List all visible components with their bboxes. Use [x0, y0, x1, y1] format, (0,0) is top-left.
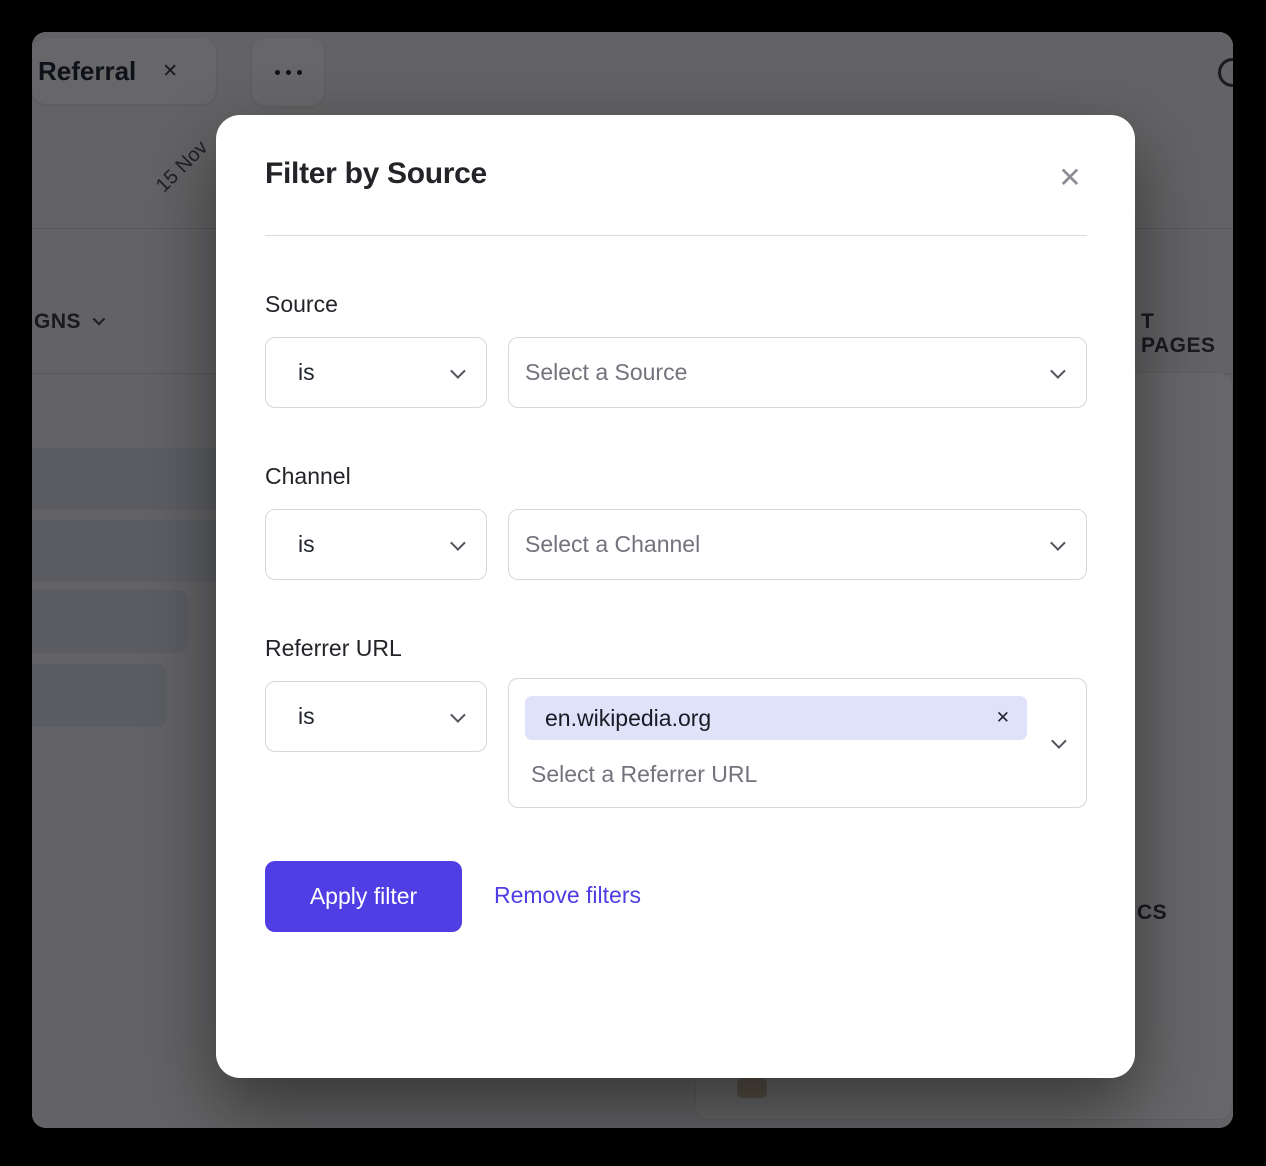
referrer-operator-value: is — [298, 703, 315, 730]
chevron-down-icon — [1050, 363, 1066, 379]
referrer-placeholder: Select a Referrer URL — [531, 761, 757, 788]
chevron-down-icon — [450, 535, 466, 551]
channel-operator-select[interactable]: is — [265, 509, 487, 580]
filter-by-source-modal: Filter by Source ✕ Source is Select a So… — [216, 115, 1135, 1078]
referrer-field-label: Referrer URL — [265, 635, 402, 662]
chevron-down-icon — [1051, 733, 1067, 749]
remove-chip-icon[interactable]: ✕ — [996, 708, 1010, 728]
source-field-label: Source — [265, 291, 338, 318]
remove-filters-link[interactable]: Remove filters — [494, 882, 641, 909]
referrer-selected-value: en.wikipedia.org — [545, 705, 711, 732]
chevron-down-icon — [1050, 535, 1066, 551]
channel-value-select[interactable]: Select a Channel — [508, 509, 1087, 580]
source-value-select[interactable]: Select a Source — [508, 337, 1087, 408]
channel-operator-value: is — [298, 531, 315, 558]
chevron-down-icon — [450, 363, 466, 379]
close-icon[interactable]: ✕ — [1050, 157, 1090, 197]
referrer-operator-select[interactable]: is — [265, 681, 487, 752]
chevron-down-icon — [450, 707, 466, 723]
channel-placeholder: Select a Channel — [525, 531, 700, 558]
referrer-value-select[interactable]: en.wikipedia.org ✕ Select a Referrer URL — [508, 678, 1087, 808]
source-operator-value: is — [298, 359, 315, 386]
apply-filter-button[interactable]: Apply filter — [265, 861, 462, 932]
source-operator-select[interactable]: is — [265, 337, 487, 408]
channel-field-label: Channel — [265, 463, 351, 490]
referrer-selected-chip: en.wikipedia.org ✕ — [525, 696, 1027, 740]
source-placeholder: Select a Source — [525, 359, 687, 386]
divider — [265, 235, 1087, 236]
modal-title: Filter by Source — [265, 157, 487, 191]
